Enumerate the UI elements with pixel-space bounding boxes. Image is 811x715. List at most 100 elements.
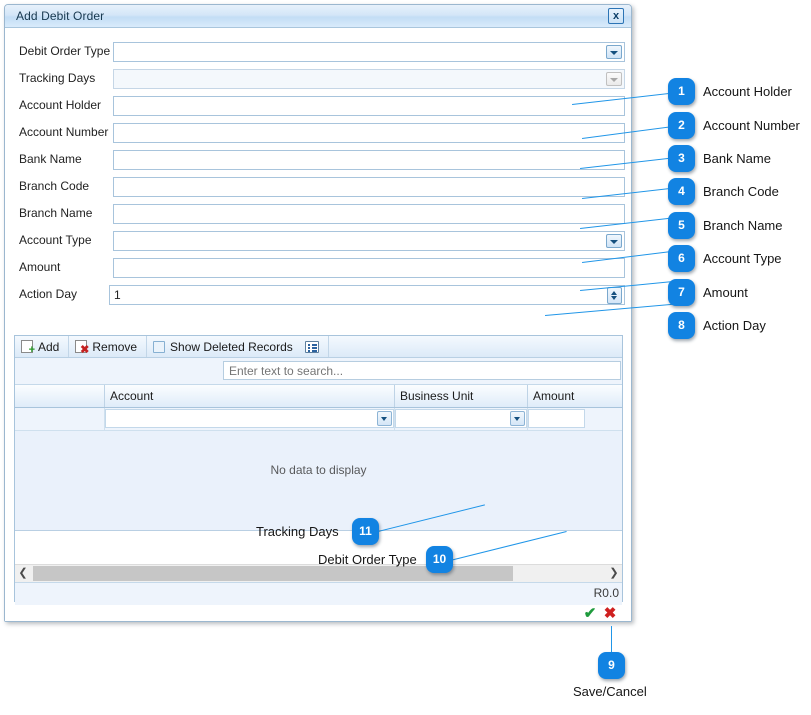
column-header-indicator[interactable] xyxy=(15,385,105,407)
callout-label-9: Save/Cancel xyxy=(573,684,647,699)
column-chooser-icon[interactable] xyxy=(304,340,319,353)
callout-badge-11[interactable]: 11 xyxy=(352,518,379,545)
form-row-branch-code: Branch Code xyxy=(5,177,631,197)
document-remove-icon: ✖ xyxy=(75,340,89,356)
label-amount: Amount xyxy=(19,260,61,274)
callout-badge-10[interactable]: 10 xyxy=(426,546,453,573)
scroll-left-icon[interactable]: ❮ xyxy=(15,565,31,582)
grid-empty-message: No data to display xyxy=(270,463,367,477)
callout-badge-6[interactable]: 6 xyxy=(668,245,695,272)
label-account-type: Account Type xyxy=(19,233,92,247)
value-action-day: 1 xyxy=(114,288,121,302)
input-branch-code[interactable] xyxy=(113,177,625,197)
save-button[interactable]: ✔ xyxy=(582,606,598,622)
show-deleted-records-toggle[interactable]: Show Deleted Records xyxy=(147,336,329,357)
label-account-number: Account Number xyxy=(19,125,109,139)
callout-label-5: Branch Name xyxy=(703,218,783,233)
input-account-holder[interactable] xyxy=(113,96,625,116)
form-row-account-holder: Account Holder xyxy=(5,96,631,116)
close-icon[interactable]: x xyxy=(608,8,624,24)
callout-badge-1[interactable]: 1 xyxy=(668,78,695,105)
label-debit-order-type: Debit Order Type xyxy=(19,44,111,58)
form-row-account-number: Account Number xyxy=(5,123,631,143)
label-tracking-days: Tracking Days xyxy=(19,71,96,85)
amount-editor[interactable] xyxy=(528,409,585,428)
form-row-action-day: Action Day 1 xyxy=(5,285,631,305)
callout-badge-7[interactable]: 7 xyxy=(668,279,695,306)
chevron-down-icon[interactable] xyxy=(606,234,622,248)
caret-up-icon[interactable] xyxy=(611,291,617,295)
row-indicator-cell xyxy=(15,408,105,430)
grid-total-amount: R0.0 xyxy=(593,586,619,600)
callout-badge-8[interactable]: 8 xyxy=(668,312,695,339)
input-debit-order-type[interactable] xyxy=(113,42,625,62)
add-button-label: Add xyxy=(38,339,60,354)
form-row-account-type: Account Type xyxy=(5,231,631,251)
label-branch-code: Branch Code xyxy=(19,179,90,193)
search-input[interactable] xyxy=(223,361,621,380)
callout-label-6: Account Type xyxy=(703,251,782,266)
column-header-account[interactable]: Account xyxy=(105,385,395,407)
label-branch-name: Branch Name xyxy=(19,206,93,220)
add-button[interactable]: + Add xyxy=(15,336,70,357)
callout-badge-5[interactable]: 5 xyxy=(668,212,695,239)
callout-label-7: Amount xyxy=(703,285,748,300)
scroll-right-icon[interactable]: ❯ xyxy=(606,565,622,582)
dialog-action-bar: ✔ ✖ xyxy=(14,606,622,626)
debit-order-form: Debit Order Type Tracking Days Account H… xyxy=(5,28,631,334)
grid-search-bar xyxy=(15,358,622,385)
callout-badge-2[interactable]: 2 xyxy=(668,112,695,139)
input-account-type[interactable] xyxy=(113,231,625,251)
grid-horizontal-scrollbar[interactable]: ❮ ❯ xyxy=(15,564,622,582)
column-header-business-unit[interactable]: Business Unit xyxy=(395,385,528,407)
cell-amount[interactable] xyxy=(528,408,622,430)
document-add-icon: + xyxy=(21,340,35,356)
column-header-amount[interactable]: Amount xyxy=(528,385,622,407)
account-editor[interactable] xyxy=(105,409,394,428)
grid-footer: R0.0 xyxy=(15,582,622,605)
grid-toolbar: + Add ✖ Remove Show Deleted Records xyxy=(15,336,622,358)
label-account-holder: Account Holder xyxy=(19,98,102,112)
label-bank-name: Bank Name xyxy=(19,152,82,166)
callout-label-8: Action Day xyxy=(703,318,766,333)
table-row[interactable] xyxy=(15,408,622,431)
form-row-bank-name: Bank Name xyxy=(5,150,631,170)
caret-down-icon[interactable] xyxy=(611,296,617,300)
cancel-button[interactable]: ✖ xyxy=(602,606,618,622)
spinner-action-day[interactable] xyxy=(607,287,622,304)
business-unit-editor[interactable] xyxy=(395,409,527,428)
chevron-down-icon xyxy=(606,72,622,86)
callout-badge-9[interactable]: 9 xyxy=(598,652,625,679)
form-row-amount: Amount xyxy=(5,258,631,278)
input-tracking-days[interactable] xyxy=(113,69,625,89)
cell-account[interactable] xyxy=(105,408,395,430)
callout-label-4: Branch Code xyxy=(703,184,779,199)
grid-empty-state: No data to display xyxy=(15,431,622,531)
chevron-down-icon[interactable] xyxy=(606,45,622,59)
cell-business-unit[interactable] xyxy=(395,408,528,430)
form-row-branch-name: Branch Name xyxy=(5,204,631,224)
input-bank-name[interactable] xyxy=(113,150,625,170)
debit-order-lines-grid: + Add ✖ Remove Show Deleted Records Ente… xyxy=(14,335,623,605)
dialog-title: Add Debit Order xyxy=(16,9,105,23)
callout-badge-3[interactable]: 3 xyxy=(668,145,695,172)
input-amount[interactable] xyxy=(113,258,625,278)
checkbox-icon[interactable] xyxy=(153,340,166,353)
form-row-debit-order-type: Debit Order Type xyxy=(5,42,631,62)
callout-label-2: Account Number xyxy=(703,118,800,133)
add-debit-order-dialog: Add Debit Order x Debit Order Type Track… xyxy=(4,4,632,622)
remove-button-label: Remove xyxy=(92,339,138,354)
callout-label-1: Account Holder xyxy=(703,84,792,99)
callout-badge-4[interactable]: 4 xyxy=(668,178,695,205)
input-branch-name[interactable] xyxy=(113,204,625,224)
remove-button[interactable]: ✖ Remove xyxy=(69,336,148,357)
callout-label-3: Bank Name xyxy=(703,151,771,166)
chevron-down-icon[interactable] xyxy=(377,411,392,426)
grid-blank-area xyxy=(15,531,622,564)
input-account-number[interactable] xyxy=(113,123,625,143)
chevron-down-icon[interactable] xyxy=(510,411,525,426)
dialog-titlebar: Add Debit Order x xyxy=(5,5,631,28)
dialog-body: Debit Order Type Tracking Days Account H… xyxy=(5,28,631,622)
input-action-day[interactable]: 1 xyxy=(109,285,625,305)
